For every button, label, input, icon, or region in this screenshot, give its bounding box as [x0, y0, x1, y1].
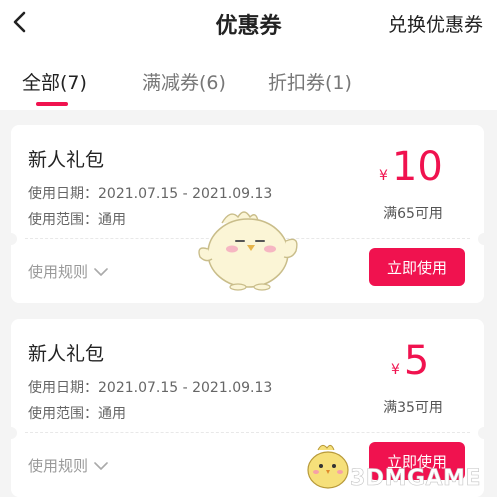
- coupon-title: 新人礼包: [28, 343, 105, 365]
- coupon-date: 使用日期：2021.07.15 - 2021.09.13: [28, 186, 273, 202]
- tab-discount[interactable]: 折扣券(1): [268, 68, 352, 95]
- coupon-scope: 使用范围：通用: [28, 406, 126, 422]
- currency-symbol: ¥: [391, 362, 400, 378]
- coupon-amount: 10: [391, 144, 443, 190]
- coupon-scope: 使用范围：通用: [28, 212, 126, 228]
- top-bar: 优惠券 兑换优惠券: [0, 0, 497, 48]
- usage-rules-label: 使用规则: [28, 263, 89, 281]
- redeem-coupon-button[interactable]: 兑换优惠券: [388, 10, 483, 37]
- coupon-date: 使用日期：2021.07.15 - 2021.09.13: [28, 380, 273, 396]
- usage-rules-toggle[interactable]: 使用规则: [28, 455, 108, 476]
- back-icon: [13, 11, 26, 33]
- tab-full-reduction[interactable]: 满减券(6): [142, 68, 226, 95]
- usage-rules-toggle[interactable]: 使用规则: [28, 261, 108, 282]
- chick-mascot-icon: [198, 211, 298, 291]
- tab-bar: 全部(7) 满减券(6) 折扣券(1): [0, 48, 497, 110]
- active-tab-indicator: [36, 102, 68, 106]
- watermark-text: 3DMGAME: [350, 466, 481, 492]
- chevron-down-icon: [94, 267, 108, 276]
- currency-symbol: ¥: [379, 168, 388, 184]
- coupon-condition: 满35可用: [383, 400, 443, 416]
- coupon-condition: 满65可用: [383, 206, 443, 222]
- use-now-button[interactable]: 立即使用: [369, 248, 465, 286]
- card-notch: [5, 427, 17, 439]
- card-divider: [25, 432, 470, 433]
- chevron-down-icon: [94, 461, 108, 470]
- coupon-title: 新人礼包: [28, 149, 105, 171]
- card-notch: [478, 233, 490, 245]
- coupon-amount: 5: [403, 338, 430, 384]
- coupon-price: ¥ 10: [379, 147, 443, 187]
- tab-all[interactable]: 全部(7): [22, 68, 87, 95]
- card-notch: [5, 233, 17, 245]
- coupon-price: ¥ 5: [391, 341, 429, 381]
- usage-rules-label: 使用规则: [28, 457, 89, 475]
- card-notch: [478, 427, 490, 439]
- back-button[interactable]: [6, 8, 32, 36]
- watermark-chick-icon: [307, 444, 349, 489]
